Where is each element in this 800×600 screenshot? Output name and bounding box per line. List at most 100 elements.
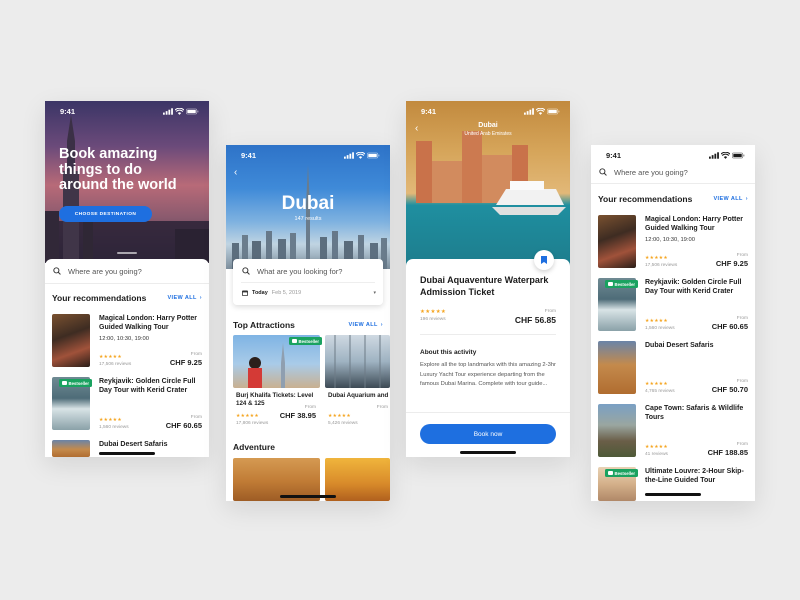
- search-placeholder: Where are you going?: [68, 266, 142, 276]
- item-title: Dubai Desert Safaris: [99, 441, 168, 448]
- review-count: 17,506 reviews: [99, 362, 132, 367]
- from-label: From: [190, 352, 202, 357]
- list-item[interactable]: Bestseller Ultimate Louvre: 2-Hour Skip-…: [598, 467, 748, 501]
- card-title: Dubai Aquarium and Burj Khalifa Combo Ti…: [328, 392, 390, 399]
- item-title: Ultimate Louvre: 2-Hour Skip-the-Line Gu…: [645, 468, 744, 485]
- thumbnail-dubai-desert: [52, 440, 90, 457]
- status-bar: 9:41: [406, 101, 570, 121]
- divider: [241, 282, 375, 283]
- status-bar: 9:41: [226, 145, 390, 165]
- status-bar: 9:41: [591, 145, 755, 165]
- price: CHF 188.85: [707, 448, 748, 457]
- nav-country: United Arab Emirates: [464, 131, 512, 137]
- rating-stars: ★★★★★: [645, 382, 669, 387]
- book-now-label: Book now: [473, 430, 503, 438]
- list-item[interactable]: Bestseller Reykjavik: Golden Circle Full…: [52, 377, 202, 430]
- review-count: 5,426 reviews: [328, 421, 358, 426]
- about-title: About this activity: [420, 349, 477, 356]
- rating-stars: ★★★★★: [645, 256, 669, 261]
- from-label: From: [190, 415, 202, 420]
- search-icon: [599, 168, 607, 176]
- list-item[interactable]: Bestseller Reykjavik: Golden Circle Full…: [598, 278, 748, 331]
- recommendations-header: Your recommendations VIEW ALL ›: [598, 194, 748, 204]
- divider: [406, 412, 570, 413]
- attraction-card[interactable]: Dubai Aquarium and Burj Khalifa Combo Ti…: [325, 335, 390, 433]
- search-input[interactable]: Where are you going?: [599, 165, 747, 179]
- back-button[interactable]: ‹: [234, 167, 237, 178]
- rating-stars: ★★★★★: [420, 309, 447, 315]
- signal-icon: [709, 152, 719, 159]
- search-input[interactable]: What are you looking for?: [242, 264, 374, 278]
- home-indicator: [460, 451, 516, 454]
- detail-sheet: Dubai Aquaventure Waterpark Admission Ti…: [406, 250, 570, 457]
- wifi-icon: [356, 152, 365, 159]
- view-all-label: VIEW ALL: [167, 295, 197, 301]
- rating-stars: ★★★★★: [328, 414, 352, 419]
- bestseller-badge: Bestseller: [289, 337, 323, 345]
- view-all-link[interactable]: VIEW ALL ›: [348, 322, 383, 328]
- choose-destination-button[interactable]: CHOOSE DESTINATION: [59, 206, 152, 222]
- bookmark-button[interactable]: [534, 250, 554, 270]
- search-icon: [242, 267, 250, 275]
- status-time: 9:41: [60, 106, 76, 116]
- item-title: Magical London: Harry Potter Guided Walk…: [645, 216, 744, 233]
- chevron-right-icon: ›: [199, 295, 202, 301]
- signal-icon: [524, 108, 534, 115]
- list-item[interactable]: Magical London: Harry Potter Guided Walk…: [52, 314, 202, 367]
- home-indicator: [645, 493, 701, 496]
- rating-stars: ★★★★★: [99, 418, 123, 423]
- item-title: Magical London: Harry Potter Guided Walk…: [99, 315, 198, 332]
- view-all-label: VIEW ALL: [713, 196, 743, 202]
- battery-icon: [732, 152, 745, 159]
- chevron-right-icon: ›: [380, 322, 383, 328]
- date-picker[interactable]: Today Feb 5, 2019 ▾: [242, 287, 376, 299]
- search-input[interactable]: Where are you going?: [53, 263, 201, 279]
- book-now-button[interactable]: Book now: [420, 424, 556, 444]
- review-count: 17,806 reviews: [236, 421, 269, 426]
- section-title: Your recommendations: [52, 293, 147, 303]
- ticket-icon: [608, 282, 613, 286]
- item-title: Reykjavik: Golden Circle Full Day Tour w…: [99, 378, 196, 395]
- list-item[interactable]: Dubai Desert Safaris ★★★★★ 4,765 reviews …: [598, 341, 748, 394]
- attraction-card[interactable]: Bestseller Burj Khalifa Tickets: Level 1…: [233, 335, 323, 433]
- badge-label: Bestseller: [614, 281, 636, 287]
- results-count: 147 results: [294, 216, 322, 222]
- screen-home: 9:41 Book amazing things to do around th…: [45, 101, 209, 457]
- battery-icon: [186, 108, 199, 115]
- bestseller-badge: Bestseller: [59, 379, 93, 387]
- date-value: Feb 5, 2019: [271, 290, 302, 296]
- signal-icon: [163, 108, 173, 115]
- divider: [591, 183, 755, 184]
- section-title: Your recommendations: [598, 194, 693, 204]
- screen-destination: 9:41 ‹ Dubai 147 results What are you lo…: [226, 145, 390, 501]
- from-label: From: [544, 309, 556, 314]
- from-label: From: [736, 253, 748, 258]
- rating-stars: ★★★★★: [236, 414, 260, 419]
- from-label: From: [736, 379, 748, 384]
- price: CHF 60.65: [711, 322, 748, 331]
- price: CHF 60.65: [165, 421, 202, 430]
- status-bar: 9:41: [45, 101, 209, 121]
- search-icon: [53, 267, 61, 275]
- date-today: Today: [252, 290, 268, 296]
- rating-stars: ★★★★★: [645, 445, 669, 450]
- review-count: 41 reviews: [645, 452, 668, 457]
- price: CHF 38.95: [279, 411, 316, 420]
- section-title-adventure: Adventure: [233, 442, 276, 452]
- battery-icon: [367, 152, 380, 159]
- view-all-link[interactable]: VIEW ALL ›: [713, 196, 748, 202]
- home-indicator: [99, 452, 155, 455]
- list-item[interactable]: Magical London: Harry Potter Guided Walk…: [598, 215, 748, 268]
- chevron-down-icon: ▾: [373, 290, 376, 296]
- price: CHF 50.70: [711, 385, 748, 394]
- list-item[interactable]: Cape Town: Safaris & Wildlife Tours ★★★★…: [598, 404, 748, 457]
- bestseller-badge: Bestseller: [605, 469, 639, 477]
- activity-title: Dubai Aquaventure Waterpark Admission Ti…: [420, 275, 549, 297]
- review-count: 196 reviews: [420, 317, 446, 322]
- view-all-link[interactable]: VIEW ALL ›: [167, 295, 202, 301]
- about-text: Explore all the top landmarks with this …: [420, 362, 556, 388]
- rating-stars: ★★★★★: [99, 355, 123, 360]
- status-time: 9:41: [421, 106, 437, 116]
- ticket-icon: [292, 339, 297, 343]
- attractions-header: Top Attractions VIEW ALL ›: [233, 320, 383, 330]
